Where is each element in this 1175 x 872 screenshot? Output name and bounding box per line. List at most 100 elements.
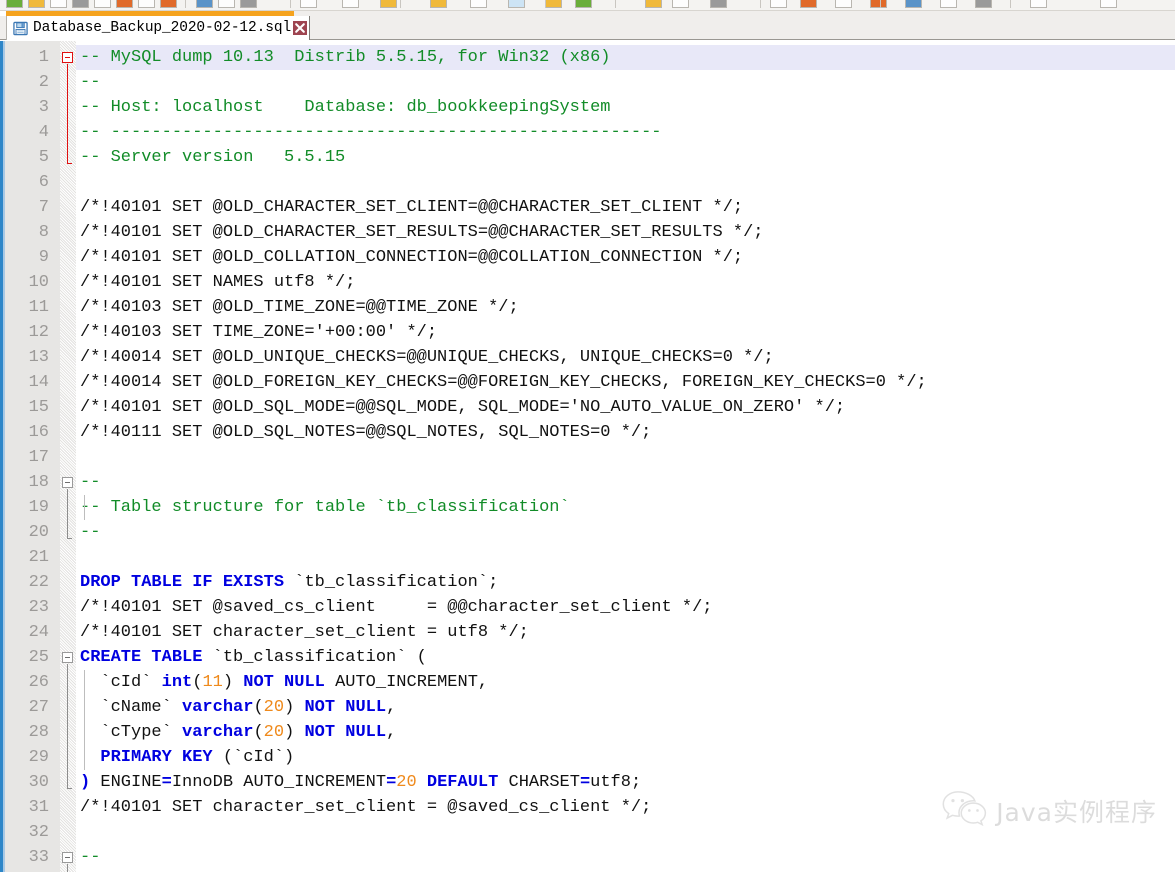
code-line[interactable]: 5 -- Server version 5.5.15 bbox=[0, 145, 1175, 170]
fold-toggle-icon[interactable] bbox=[62, 477, 73, 488]
toolbar-icon[interactable] bbox=[1100, 0, 1117, 8]
code-line[interactable]: 30) ENGINE=InnoDB AUTO_INCREMENT=20 DEFA… bbox=[0, 770, 1175, 795]
code-line[interactable]: 33 -- bbox=[0, 845, 1175, 870]
toolbar-icon[interactable] bbox=[940, 0, 957, 8]
fold-range-line bbox=[67, 489, 68, 538]
code-line[interactable]: 3 -- Host: localhost Database: db_bookkee… bbox=[0, 95, 1175, 120]
code-line[interactable]: 25 CREATE TABLE `tb_classification` ( bbox=[0, 645, 1175, 670]
code-line[interactable]: 22 DROP TABLE IF EXISTS `tb_classificatio… bbox=[0, 570, 1175, 595]
toolbar-icon[interactable] bbox=[508, 0, 525, 8]
code-line[interactable]: 29 PRIMARY KEY (`cId`) bbox=[0, 745, 1175, 770]
line-number: 22 bbox=[28, 573, 49, 592]
code-line[interactable]: 2 -- bbox=[0, 70, 1175, 95]
toolbar-icon[interactable] bbox=[870, 0, 887, 8]
code-line[interactable]: 7 /*!40101 SET @OLD_CHARACTER_SET_CLIENT=… bbox=[0, 195, 1175, 220]
toolbar-icon[interactable] bbox=[218, 0, 235, 8]
code-line[interactable]: 20 -- bbox=[0, 520, 1175, 545]
toolbar-icon[interactable] bbox=[116, 0, 133, 8]
fold-range-line bbox=[67, 64, 68, 163]
code-line[interactable]: 31 /*!40101 SET character_set_client = @s… bbox=[0, 795, 1175, 820]
code-line[interactable]: 17 bbox=[0, 445, 1175, 470]
toolbar-icon[interactable] bbox=[672, 0, 689, 8]
toolbar-icon[interactable] bbox=[342, 0, 359, 8]
line-number: 20 bbox=[28, 523, 49, 542]
fold-toggle-icon[interactable] bbox=[62, 852, 73, 863]
tab-bar[interactable]: Database_Backup_2020-02-12.sql bbox=[0, 16, 1175, 40]
fold-range-end bbox=[67, 538, 72, 539]
code-line[interactable]: 15 /*!40101 SET @OLD_SQL_MODE=@@SQL_MODE,… bbox=[0, 395, 1175, 420]
toolbar-separator bbox=[290, 0, 291, 8]
close-x-icon[interactable] bbox=[293, 21, 308, 35]
code-line-text: /*!40101 SET NAMES utf8 */; bbox=[80, 273, 356, 292]
tab-filename-label: Database_Backup_2020-02-12.sql bbox=[33, 20, 292, 36]
toolbar-icon[interactable] bbox=[645, 0, 662, 8]
code-line-text: DROP TABLE IF EXISTS `tb_classification`… bbox=[80, 573, 499, 592]
code-line-text: PRIMARY KEY (`cId`) bbox=[100, 748, 295, 767]
minus-icon bbox=[65, 857, 70, 858]
code-line-text: `cType` varchar(20) NOT NULL, bbox=[80, 723, 397, 742]
code-line[interactable]: 1 -- MySQL dump 10.13 Distrib 5.5.15, for… bbox=[0, 45, 1175, 70]
code-line[interactable]: 23 /*!40101 SET @saved_cs_client = @@char… bbox=[0, 595, 1175, 620]
toolbar-icon[interactable] bbox=[50, 0, 67, 8]
toolbar-icon[interactable] bbox=[975, 0, 992, 8]
fold-range-line bbox=[67, 864, 68, 872]
code-line[interactable]: 19 -- Table structure for table `tb_class… bbox=[0, 495, 1175, 520]
toolbar-icon[interactable] bbox=[710, 0, 727, 8]
code-line[interactable]: 32 bbox=[0, 820, 1175, 845]
line-number: 12 bbox=[28, 323, 49, 342]
toolbar-icon[interactable] bbox=[470, 0, 487, 8]
toolbar-icon[interactable] bbox=[430, 0, 447, 8]
toolbar-icon[interactable] bbox=[240, 0, 257, 8]
code-line[interactable]: 21 bbox=[0, 545, 1175, 570]
toolbar-separator bbox=[400, 0, 401, 8]
code-line[interactable]: 27 `cName` varchar(20) NOT NULL, bbox=[0, 695, 1175, 720]
main-toolbar[interactable] bbox=[0, 0, 1175, 11]
code-line[interactable]: 13 /*!40014 SET @OLD_UNIQUE_CHECKS=@@UNIQ… bbox=[0, 345, 1175, 370]
line-number: 10 bbox=[28, 273, 49, 292]
code-line[interactable]: 4 -- ------------------------------------… bbox=[0, 120, 1175, 145]
fold-toggle-icon[interactable] bbox=[62, 52, 73, 63]
toolbar-icon[interactable] bbox=[28, 0, 45, 8]
code-line[interactable]: 14 /*!40014 SET @OLD_FOREIGN_KEY_CHECKS=@… bbox=[0, 370, 1175, 395]
tab-database-backup[interactable]: Database_Backup_2020-02-12.sql bbox=[6, 16, 311, 40]
toolbar-icon[interactable] bbox=[94, 0, 111, 8]
code-line-text: /*!40101 SET @OLD_COLLATION_CONNECTION=@… bbox=[80, 248, 744, 267]
code-line-text: -- MySQL dump 10.13 Distrib 5.5.15, for … bbox=[80, 48, 611, 67]
line-number: 25 bbox=[28, 648, 49, 667]
code-line[interactable]: 16 /*!40111 SET @OLD_SQL_NOTES=@@SQL_NOTE… bbox=[0, 420, 1175, 445]
line-number: 28 bbox=[28, 723, 49, 742]
toolbar-icon[interactable] bbox=[6, 0, 23, 8]
toolbar-separator bbox=[760, 0, 761, 8]
code-line-text: /*!40111 SET @OLD_SQL_NOTES=@@SQL_NOTES,… bbox=[80, 423, 652, 442]
code-line[interactable]: 10 /*!40101 SET NAMES utf8 */; bbox=[0, 270, 1175, 295]
code-line[interactable]: 8 /*!40101 SET @OLD_CHARACTER_SET_RESULTS… bbox=[0, 220, 1175, 245]
toolbar-icon[interactable] bbox=[380, 0, 397, 8]
code-line[interactable]: 18 -- bbox=[0, 470, 1175, 495]
fold-toggle-icon[interactable] bbox=[62, 652, 73, 663]
toolbar-icon[interactable] bbox=[545, 0, 562, 8]
code-line[interactable]: 6 bbox=[0, 170, 1175, 195]
code-line[interactable]: 26 `cId` int(11) NOT NULL AUTO_INCREMENT… bbox=[0, 670, 1175, 695]
code-line-text: ) ENGINE=InnoDB AUTO_INCREMENT=20 DEFAUL… bbox=[80, 773, 642, 792]
code-line[interactable]: 24 /*!40101 SET character_set_client = ut… bbox=[0, 620, 1175, 645]
toolbar-icon[interactable] bbox=[160, 0, 177, 8]
code-line[interactable]: 9 /*!40101 SET @OLD_COLLATION_CONNECTION=… bbox=[0, 245, 1175, 270]
toolbar-icon[interactable] bbox=[770, 0, 787, 8]
code-line-text: /*!40101 SET @OLD_CHARACTER_SET_CLIENT=@… bbox=[80, 198, 744, 217]
toolbar-icon[interactable] bbox=[300, 0, 317, 8]
toolbar-icon[interactable] bbox=[575, 0, 592, 8]
toolbar-icon[interactable] bbox=[138, 0, 155, 8]
toolbar-icon[interactable] bbox=[800, 0, 817, 8]
toolbar-icon[interactable] bbox=[196, 0, 213, 8]
toolbar-icon[interactable] bbox=[1030, 0, 1047, 8]
toolbar-icon[interactable] bbox=[72, 0, 89, 8]
indent-guide bbox=[84, 670, 85, 770]
code-line[interactable]: 12 /*!40103 SET TIME_ZONE='+00:00' */; bbox=[0, 320, 1175, 345]
code-line-text: /*!40103 SET @OLD_TIME_ZONE=@@TIME_ZONE … bbox=[80, 298, 519, 317]
toolbar-icon[interactable] bbox=[905, 0, 922, 8]
code-line[interactable]: 11 /*!40103 SET @OLD_TIME_ZONE=@@TIME_ZON… bbox=[0, 295, 1175, 320]
toolbar-icon[interactable] bbox=[835, 0, 852, 8]
code-editor[interactable]: 1 -- MySQL dump 10.13 Distrib 5.5.15, for… bbox=[0, 41, 1175, 872]
line-number: 29 bbox=[28, 748, 49, 767]
code-line[interactable]: 28 `cType` varchar(20) NOT NULL, bbox=[0, 720, 1175, 745]
